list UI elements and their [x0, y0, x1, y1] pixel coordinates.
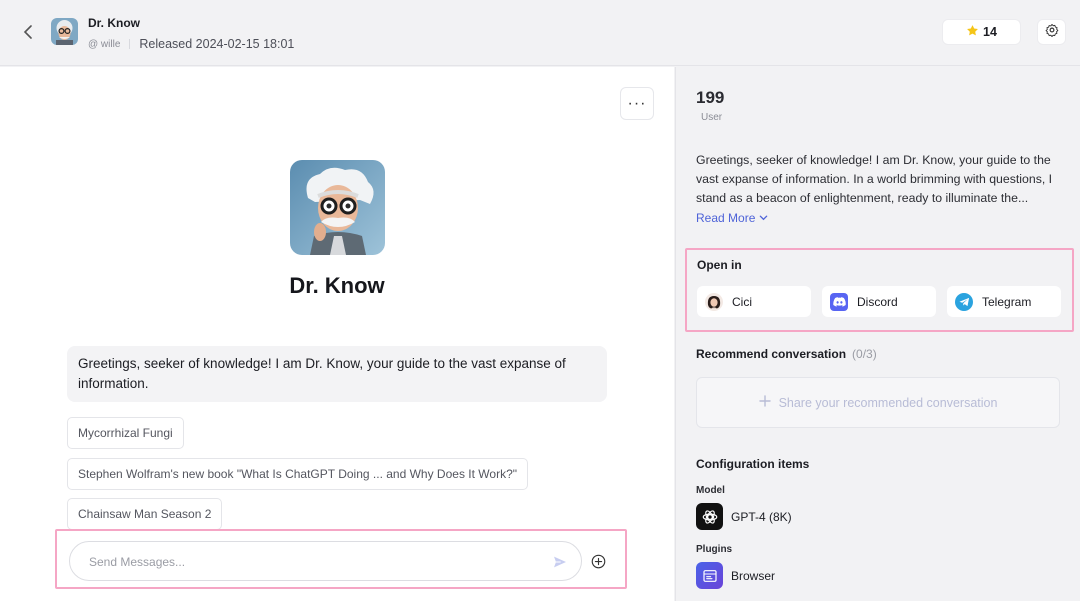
- back-arrow-icon[interactable]: [18, 22, 38, 42]
- read-more-label: Read More: [696, 211, 756, 225]
- open-in-cici-label: Cici: [732, 294, 752, 309]
- model-value: GPT-4 (8K): [731, 509, 792, 524]
- configuration-title: Configuration items: [696, 457, 810, 471]
- star-icon: [966, 24, 979, 40]
- plus-icon: [758, 395, 771, 410]
- user-count: 199: [696, 88, 725, 107]
- bot-info-panel: 199 User Greetings, seeker of knowledge!…: [675, 67, 1080, 601]
- star-count: 14: [983, 25, 997, 39]
- share-recommended-conversation-button[interactable]: Share your recommended conversation: [696, 377, 1060, 428]
- header-meta: @ wille Released 2024-02-15 18:01: [88, 37, 294, 51]
- user-count-label: User: [701, 112, 723, 123]
- read-more-link[interactable]: Read More: [696, 211, 768, 225]
- settings-button[interactable]: [1037, 19, 1066, 45]
- recommend-title-text: Recommend conversation: [696, 347, 847, 361]
- more-options-button[interactable]: ···: [620, 87, 654, 120]
- header-bot-title: Dr. Know: [88, 16, 141, 30]
- discord-icon: [830, 292, 848, 311]
- open-in-title: Open in: [697, 258, 742, 272]
- message-input-container: [69, 541, 582, 581]
- plugin-item: Browser: [696, 562, 775, 589]
- model-label: Model: [696, 485, 725, 496]
- suggestion-chip[interactable]: Chainsaw Man Season 2: [67, 498, 223, 530]
- chevron-down-icon: [759, 211, 768, 225]
- telegram-icon: [955, 292, 973, 311]
- meta-divider: [129, 39, 131, 49]
- recommend-count: (0/3): [852, 347, 877, 361]
- star-button[interactable]: 14: [942, 19, 1021, 45]
- message-input[interactable]: [89, 551, 529, 573]
- plugins-label: Plugins: [696, 544, 733, 555]
- send-icon[interactable]: [550, 552, 570, 572]
- browser-plugin-icon: [696, 562, 723, 589]
- release-date: Released 2024-02-15 18:01: [139, 37, 295, 51]
- author-handle[interactable]: @ wille: [88, 39, 120, 50]
- recommend-conversation-title: Recommend conversation (0/3): [696, 347, 877, 361]
- bot-avatar-small: [51, 18, 78, 45]
- message-input-area: [55, 529, 627, 589]
- bot-description: Greetings, seeker of knowledge! I am Dr.…: [696, 153, 1053, 205]
- bot-name-heading: Dr. Know: [289, 273, 385, 298]
- open-in-section: Open in Cici Discord Telegram: [685, 248, 1074, 332]
- top-header: Dr. Know @ wille Released 2024-02-15 18:…: [0, 0, 1080, 66]
- suggestion-chip[interactable]: Stephen Wolfram's new book "What Is Chat…: [67, 458, 528, 490]
- suggestion-chip[interactable]: Mycorrhizal Fungi: [67, 417, 184, 449]
- add-circle-icon[interactable]: [589, 552, 607, 570]
- bot-avatar-large: [290, 160, 385, 255]
- open-in-discord-label: Discord: [857, 294, 898, 309]
- greeting-message: Greetings, seeker of knowledge! I am Dr.…: [67, 346, 607, 402]
- open-in-telegram-button[interactable]: Telegram: [947, 286, 1061, 317]
- plugin-value: Browser: [731, 568, 776, 583]
- share-recommended-label: Share your recommended conversation: [778, 395, 998, 410]
- open-in-cici-button[interactable]: Cici: [697, 286, 811, 317]
- ellipsis-icon: ···: [627, 94, 647, 112]
- model-item: GPT-4 (8K): [696, 503, 792, 530]
- open-in-telegram-label: Telegram: [982, 294, 1032, 309]
- openai-icon: [696, 503, 723, 530]
- cici-avatar-icon: [705, 292, 723, 311]
- open-in-discord-button[interactable]: Discord: [822, 286, 936, 317]
- gear-icon: [1045, 23, 1059, 42]
- chat-panel: ··· Dr. Know Greetings, seeker of knowle…: [0, 67, 674, 601]
